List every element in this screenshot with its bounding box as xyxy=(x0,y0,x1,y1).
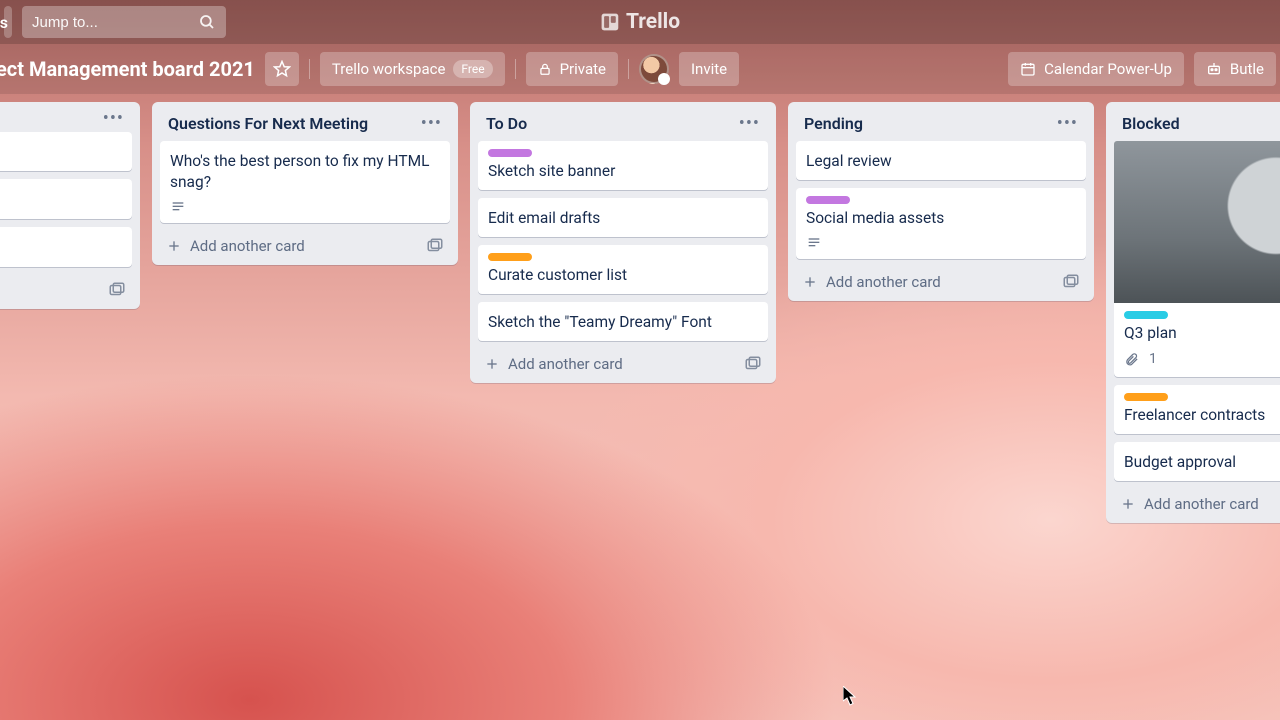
list-title[interactable]: Blocked xyxy=(1122,114,1180,133)
lock-icon xyxy=(538,62,552,76)
card-template-icon[interactable] xyxy=(426,237,444,255)
card[interactable]: Freelancer contracts xyxy=(1114,385,1280,434)
butler-button[interactable]: Butle xyxy=(1194,52,1276,86)
attachment-icon xyxy=(1124,352,1139,367)
divider xyxy=(515,59,516,79)
search-icon xyxy=(198,13,216,31)
add-card-button[interactable]: Add another card xyxy=(802,273,941,291)
card[interactable] xyxy=(0,227,132,267)
boards-menu-button[interactable]: s xyxy=(4,6,12,38)
label-orange[interactable] xyxy=(488,253,532,261)
card[interactable]: Q3 plan 1 xyxy=(1114,141,1280,377)
global-header: s Trello xyxy=(0,0,1280,44)
card-template-icon[interactable] xyxy=(744,355,762,373)
list: Pending ••• Legal review Social media as… xyxy=(788,102,1094,301)
list-menu-button[interactable]: ••• xyxy=(1057,119,1078,129)
plus-icon xyxy=(166,238,182,254)
search-box[interactable] xyxy=(22,6,226,38)
card[interactable]: Sketch the "Teamy Dreamy" Font xyxy=(478,302,768,341)
card-cover xyxy=(1114,141,1280,303)
list-menu-button[interactable]: ••• xyxy=(103,114,124,124)
plus-icon xyxy=(484,356,500,372)
list: Blocked ••• Q3 plan 1 Freelancer contrac… xyxy=(1106,102,1280,523)
visibility-button[interactable]: Private xyxy=(526,52,618,86)
list-menu-button[interactable]: ••• xyxy=(739,119,760,129)
card[interactable]: Legal review xyxy=(796,141,1086,180)
add-card-button[interactable]: Add another card xyxy=(484,355,623,373)
divider xyxy=(309,59,310,79)
search-input[interactable] xyxy=(32,14,216,31)
star-button[interactable] xyxy=(265,52,299,86)
description-icon xyxy=(806,235,822,251)
card[interactable]: Curate customer list xyxy=(478,245,768,294)
invite-button[interactable]: Invite xyxy=(679,52,739,86)
label-orange[interactable] xyxy=(1124,393,1168,401)
plus-icon xyxy=(1120,496,1136,512)
workspace-name: Trello workspace xyxy=(332,60,446,78)
plus-icon xyxy=(802,274,818,290)
attachment-count: 1 xyxy=(1149,350,1157,369)
list-title[interactable]: To Do xyxy=(486,114,527,133)
calendar-icon xyxy=(1020,61,1036,77)
card[interactable]: Social media assets xyxy=(796,188,1086,259)
calendar-powerup-button[interactable]: Calendar Power-Up xyxy=(1008,52,1184,86)
brand-text: Trello xyxy=(626,10,680,34)
label-purple[interactable] xyxy=(806,196,850,204)
label-purple[interactable] xyxy=(488,149,532,157)
visibility-label: Private xyxy=(560,60,606,78)
list-title[interactable]: Questions For Next Meeting xyxy=(168,114,368,133)
card[interactable]: Budget approval xyxy=(1114,442,1280,481)
robot-icon xyxy=(1206,61,1222,77)
add-card-button[interactable]: Add another card xyxy=(166,237,305,255)
card[interactable]: Edit email drafts xyxy=(478,198,768,237)
list: ••• Dream Work" d xyxy=(0,102,140,309)
card[interactable] xyxy=(0,179,132,219)
card-template-icon[interactable] xyxy=(108,281,126,299)
card[interactable]: Who's the best person to fix my HTML sna… xyxy=(160,141,450,223)
list: Questions For Next Meeting ••• Who's the… xyxy=(152,102,458,265)
label-sky[interactable] xyxy=(1124,311,1168,319)
workspace-button[interactable]: Trello workspace Free xyxy=(320,52,505,86)
workspace-plan-badge: Free xyxy=(453,60,492,78)
list-menu-button[interactable]: ••• xyxy=(421,119,442,129)
trello-icon xyxy=(600,12,620,32)
member-avatar[interactable] xyxy=(639,54,669,84)
list-title[interactable]: Pending xyxy=(804,114,863,133)
card[interactable]: Sketch site banner xyxy=(478,141,768,190)
divider xyxy=(628,59,629,79)
star-icon xyxy=(273,60,291,78)
list: To Do ••• Sketch site banner Edit email … xyxy=(470,102,776,383)
board-header: ect Management board 2021 Trello workspa… xyxy=(0,44,1280,94)
brand-logo[interactable]: Trello xyxy=(600,10,680,34)
add-card-button[interactable]: Add another card xyxy=(1120,495,1259,513)
card[interactable]: Dream Work" xyxy=(0,132,132,171)
card-template-icon[interactable] xyxy=(1062,273,1080,291)
board-title[interactable]: ect Management board 2021 xyxy=(0,57,255,81)
board-canvas[interactable]: ••• Dream Work" d Questions For Next Mee… xyxy=(0,94,1280,720)
description-icon xyxy=(170,199,186,215)
